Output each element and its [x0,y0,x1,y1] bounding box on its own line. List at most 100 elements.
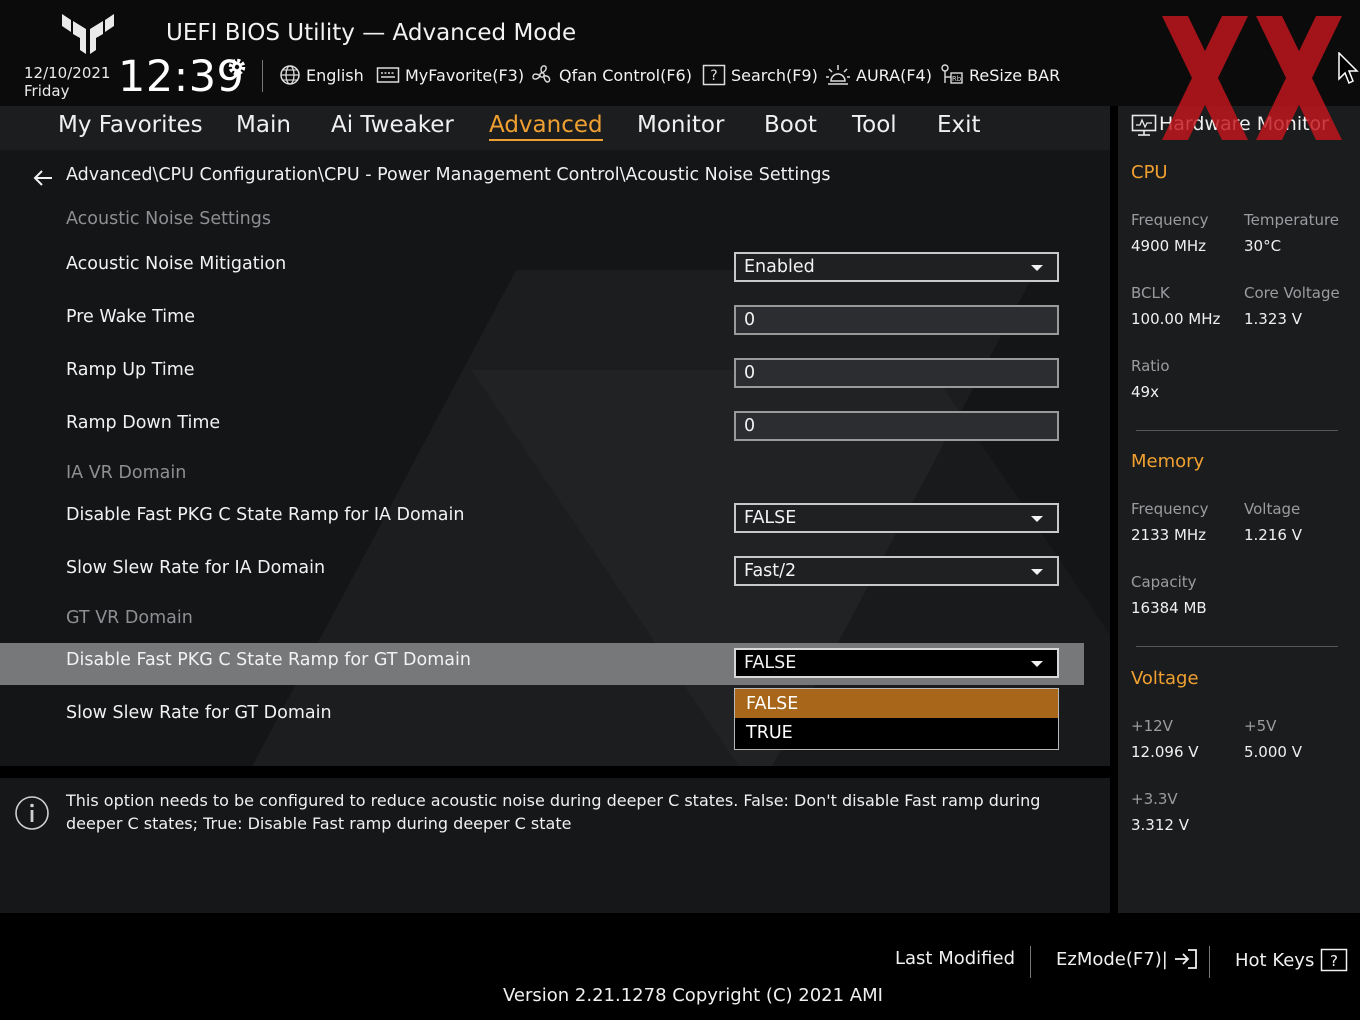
dropdown-option-true[interactable]: TRUE [735,718,1058,747]
ia-slew-rate-label: Slow Slew Rate for IA Domain [66,558,326,578]
cpu-temperature-value: 30°C [1244,237,1282,255]
ezmode-button[interactable]: EzMode(F7)| [1056,948,1198,970]
last-modified-label: Last Modified [895,948,1016,969]
dropdown-menu: FALSE TRUE [734,688,1059,750]
select-value: FALSE [744,508,797,528]
monitor-icon [1131,114,1157,136]
tab-advanced[interactable]: Advanced [489,112,603,141]
svg-text:Rb: Rb [952,75,962,83]
ia-disable-fast-ramp-label: Disable Fast PKG C State Ramp for IA Dom… [66,505,465,525]
voltage-heading: Voltage [1131,668,1199,689]
aura-light-icon [826,65,850,85]
ia-slew-rate-select[interactable]: Fast/2 [734,556,1059,586]
breadcrumb: Advanced\CPU Configuration\CPU - Power M… [66,165,831,185]
input-value: 0 [744,416,756,436]
capacity-label: Capacity [1131,573,1197,591]
svg-text:?: ? [1330,952,1338,970]
ramp-up-time-label: Ramp Up Time [66,360,195,380]
v5-label: +5V [1244,717,1277,735]
gt-slew-rate-label: Slow Slew Rate for GT Domain [66,703,332,723]
chevron-down-icon [1031,661,1043,667]
ezmode-label: EzMode(F7)| [1056,948,1168,970]
acoustic-noise-mitigation-select[interactable]: Enabled [734,252,1059,282]
resize-bar-label: ReSize BAR [969,65,1061,85]
ramp-down-time-label: Ramp Down Time [66,413,221,433]
hot-keys-label: Hot Keys [1235,949,1315,971]
ia-disable-fast-ramp-select[interactable]: FALSE [734,503,1059,533]
tab-boot[interactable]: Boot [764,112,817,138]
tab-monitor[interactable]: Monitor [637,112,724,138]
qfan-control-label: Qfan Control(F6) [559,65,692,85]
fan-icon [532,65,551,83]
gear-icon[interactable] [226,56,248,78]
tab-main[interactable]: Main [236,112,291,138]
chevron-down-icon [1031,265,1043,271]
input-value: 0 [744,310,756,330]
qfan-control-button[interactable]: Qfan Control(F6) [530,62,692,88]
select-value: Enabled [744,257,815,277]
tab-my-favorites[interactable]: My Favorites [58,112,203,138]
cpu-heading: CPU [1131,162,1168,183]
chevron-down-icon [1031,516,1043,522]
hw-divider [1136,646,1338,647]
app-title: UEFI BIOS Utility — Advanced Mode [166,20,577,46]
memory-voltage-label: Voltage [1244,500,1301,518]
bclk-label: BCLK [1131,284,1170,302]
memory-frequency-value: 2133 MHz [1131,526,1207,544]
hw-divider [1136,430,1338,431]
search-label: Search(F9) [731,65,818,85]
section-gt-vr-domain: GT VR Domain [66,608,193,628]
tab-ai-tweaker[interactable]: Ai Tweaker [331,112,454,138]
search-button[interactable]: ? Search(F9) [702,62,818,88]
cpu-frequency-value: 4900 MHz [1131,237,1207,255]
my-favorite-label: MyFavorite(F3) [405,65,525,85]
chevron-down-icon [1031,569,1043,575]
cpu-temperature-label: Temperature [1244,211,1340,229]
gt-disable-fast-ramp-select[interactable]: FALSE [734,648,1059,678]
day-display: Friday [24,82,70,100]
aura-button[interactable]: AURA(F4) [825,62,932,88]
ramp-down-time-input[interactable]: 0 [734,411,1059,441]
memory-voltage-value: 1.216 V [1244,526,1302,544]
section-acoustic-noise: Acoustic Noise Settings [66,209,271,229]
tuf-logo-icon [62,14,114,54]
v12-label: +12V [1131,717,1173,735]
back-arrow-icon[interactable] [32,167,54,189]
ratio-value: 49x [1131,383,1159,401]
aura-label: AURA(F4) [856,65,932,85]
globe-icon [280,65,300,85]
resize-bar-icon: Rb [941,64,963,84]
language-label: English [306,65,364,85]
help-search-icon: ? [702,64,726,86]
dropdown-option-false[interactable]: FALSE [735,689,1058,718]
capacity-value: 16384 MB [1131,599,1207,617]
v33-value: 3.312 V [1131,816,1189,834]
v33-label: +3.3V [1131,790,1178,808]
date-display: 12/10/2021 [24,64,111,82]
core-voltage-value: 1.323 V [1244,310,1302,328]
my-favorite-button[interactable]: MyFavorite(F3) [376,62,524,88]
ramp-up-time-input[interactable]: 0 [734,358,1059,388]
mouse-cursor-icon [1338,52,1359,85]
pre-wake-time-label: Pre Wake Time [66,307,195,327]
tab-exit[interactable]: Exit [937,112,981,138]
bclk-value: 100.00 MHz [1131,310,1221,328]
memory-heading: Memory [1131,451,1205,472]
resize-bar-button[interactable]: Rb ReSize BAR [940,62,1060,88]
last-modified-button[interactable]: Last Modified [895,948,1015,969]
exit-arrow-icon [1174,949,1197,969]
info-icon [15,796,49,830]
select-value: FALSE [744,653,797,673]
pre-wake-time-input[interactable]: 0 [734,305,1059,335]
select-value: Fast/2 [744,561,797,581]
tab-tool[interactable]: Tool [852,112,897,138]
gt-disable-fast-ramp-label: Disable Fast PKG C State Ramp for GT Dom… [66,650,471,670]
v12-value: 12.096 V [1131,743,1199,761]
footer-divider [1030,946,1031,978]
svg-text:?: ? [710,68,717,84]
memory-frequency-label: Frequency [1131,500,1209,518]
v5-value: 5.000 V [1244,743,1302,761]
language-button[interactable]: English [279,62,364,88]
hot-keys-button[interactable]: Hot Keys ? [1235,948,1348,972]
ratio-label: Ratio [1131,357,1170,375]
